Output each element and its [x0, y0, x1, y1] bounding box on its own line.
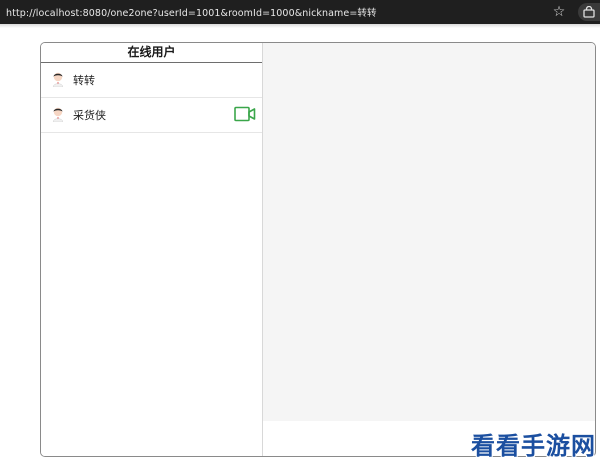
site-watermark: 看看手游网	[471, 432, 596, 460]
toolbar-shadow	[0, 24, 600, 28]
video-chat-area	[263, 43, 595, 421]
user-name-label: 采货侠	[73, 109, 106, 122]
user-list-item[interactable]: 采货侠	[41, 98, 262, 133]
user-name-label: 转转	[73, 74, 95, 87]
extension-icon[interactable]	[578, 3, 600, 21]
url-field[interactable]: http://localhost:8080/one2one?userId=100…	[0, 5, 600, 19]
user-avatar-icon	[52, 107, 64, 122]
browser-address-bar: http://localhost:8080/one2one?userId=100…	[0, 0, 600, 24]
bookmark-star-icon[interactable]: ☆	[551, 4, 567, 20]
user-list-item[interactable]: 转转	[41, 63, 262, 98]
video-call-icon[interactable]	[234, 106, 256, 122]
one2one-panel: 在线用户 转转 采货侠	[40, 42, 596, 457]
online-users-sidebar: 在线用户 转转 采货侠	[41, 43, 263, 456]
user-avatar-icon	[52, 72, 64, 87]
online-users-title: 在线用户	[41, 43, 262, 63]
